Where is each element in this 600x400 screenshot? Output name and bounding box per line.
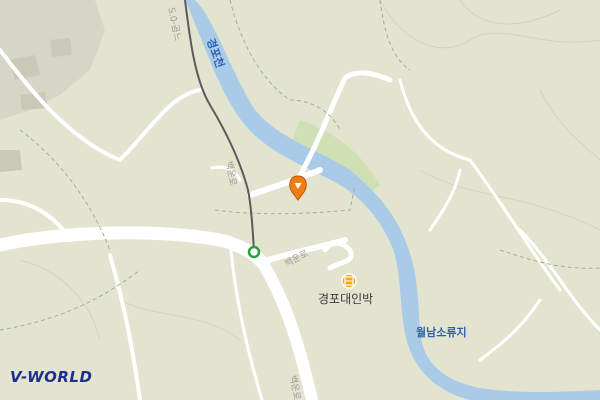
poi-label[interactable]: 경포대인박 [318,290,373,307]
map-view[interactable]: S.0-곰느 경포천 백운로 백운로 경포대인박 월남소류지 백운로 V-WOR… [0,0,600,400]
roads [0,48,600,400]
railway [184,0,255,253]
provider-logo[interactable]: V-WORLD [10,368,92,386]
river-label-south: 월남소류지 [416,326,467,339]
transit-stop-icon[interactable] [247,245,261,259]
location-pin-icon[interactable] [289,175,307,201]
terrain-contours [19,0,600,341]
map-canvas [0,0,600,400]
lodging-icon[interactable] [341,273,357,289]
